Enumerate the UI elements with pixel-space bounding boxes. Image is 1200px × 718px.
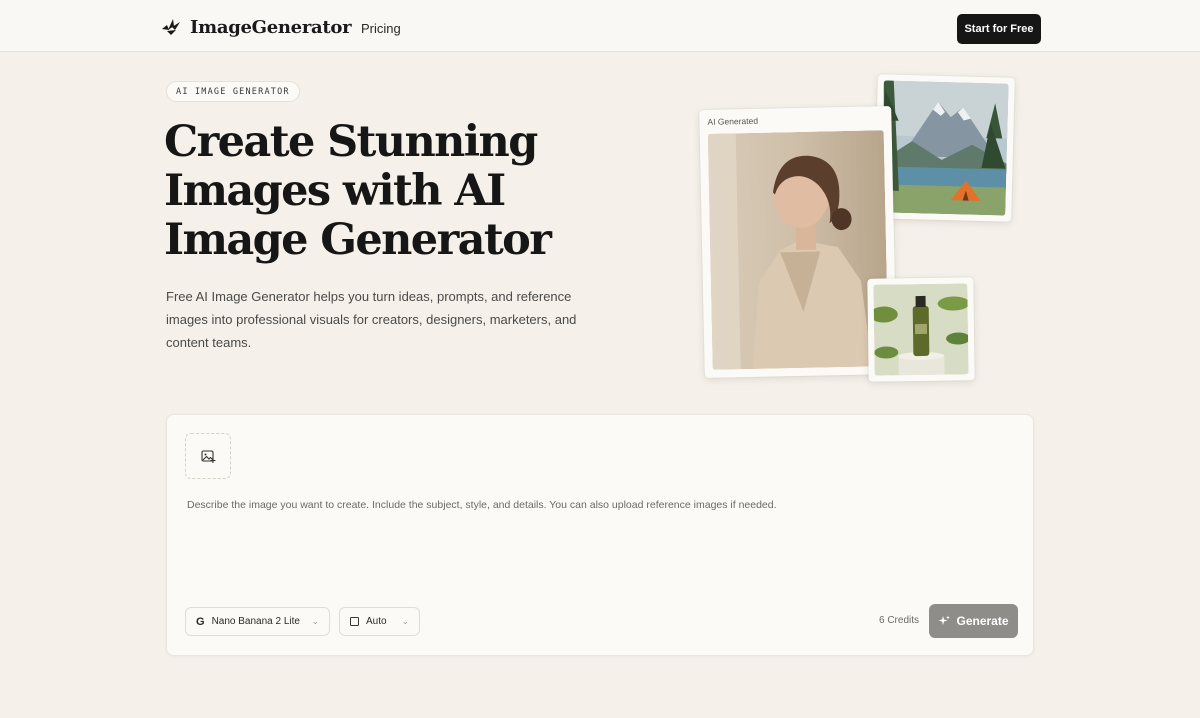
sample-image-card-product — [867, 277, 975, 382]
sparkles-icon — [938, 615, 951, 627]
google-icon: G — [196, 615, 205, 628]
hero-title-line-1: Create Stunning — [164, 117, 538, 167]
product-bottle-image — [873, 283, 969, 376]
aspect-ratio-icon — [350, 617, 359, 626]
brand-logo[interactable]: ImageGenerator — [160, 16, 352, 38]
chevron-down-icon: ⌄ — [311, 616, 319, 626]
ai-generated-label: AI Generated — [707, 115, 759, 127]
credits-count: 6 Credits — [879, 615, 920, 626]
generate-button-label: Generate — [956, 614, 1009, 628]
bird-logo-icon — [160, 16, 182, 38]
generator-panel: G Nano Banana 2 Lite ⌄ Auto ⌄ 6 Credits … — [166, 414, 1034, 656]
hero-subtitle: Free AI Image Generator helps you turn i… — [166, 289, 577, 350]
chevron-down-icon: ⌄ — [401, 616, 409, 626]
upload-reference-button[interactable] — [185, 433, 231, 479]
generate-button[interactable]: Generate — [929, 604, 1018, 638]
hero-title-line-2: Images with AI — [164, 166, 506, 216]
hero-title: Create Stunning Images with AI Image Gen… — [164, 118, 624, 265]
sample-image-card-landscape — [874, 74, 1015, 222]
start-for-free-button[interactable]: Start for Free — [957, 14, 1041, 44]
prompt-input[interactable] — [187, 499, 1007, 599]
hero-title-line-3: Image Generator — [164, 215, 552, 265]
hero-badge: AI IMAGE GENERATOR — [166, 81, 300, 102]
nav-pricing-link[interactable]: Pricing — [361, 21, 401, 36]
model-select-value: Nano Banana 2 Lite — [211, 616, 300, 627]
brand-name: ImageGenerator — [190, 16, 352, 38]
landscape-image — [880, 80, 1009, 216]
portrait-image — [707, 130, 889, 370]
image-add-icon — [200, 449, 216, 464]
aspect-ratio-select[interactable]: Auto ⌄ — [339, 607, 420, 636]
model-select[interactable]: G Nano Banana 2 Lite ⌄ — [185, 607, 330, 636]
aspect-ratio-value: Auto — [366, 616, 387, 627]
top-nav: ImageGenerator Pricing Start for Free — [0, 0, 1200, 52]
